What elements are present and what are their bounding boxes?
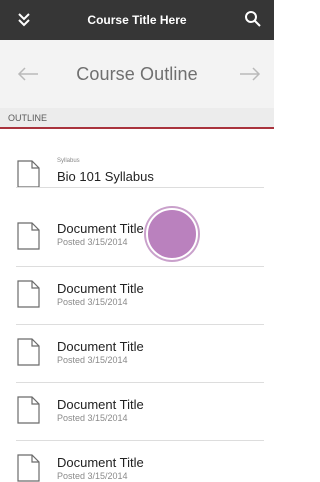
- item-title: Document Title: [57, 339, 144, 354]
- divider: [16, 187, 264, 188]
- item-kicker: Syllabus: [57, 158, 80, 164]
- item-date: Posted 3/15/2014: [57, 297, 128, 307]
- course-title: Course Title Here: [87, 13, 187, 27]
- document-icon: [17, 222, 40, 250]
- item-date: Posted 3/15/2014: [57, 471, 128, 481]
- outline-list: Syllabus Bio 101 Syllabus Document Title…: [0, 129, 274, 482]
- item-title: Bio 101 Syllabus: [57, 169, 154, 184]
- list-item[interactable]: Document Title Posted 3/15/2014: [0, 441, 274, 482]
- document-icon: [17, 396, 40, 424]
- outline-nav: Course Outline: [0, 40, 274, 108]
- list-item[interactable]: Document Title Posted 3/15/2014: [0, 267, 274, 325]
- double-chevron-down-icon[interactable]: [15, 11, 33, 29]
- item-title: Document Title: [57, 397, 144, 412]
- list-item[interactable]: Document Title Posted 3/15/2014: [0, 189, 274, 267]
- arrow-left-icon[interactable]: [16, 65, 40, 83]
- item-date: Posted 3/15/2014: [57, 237, 128, 247]
- list-item[interactable]: Syllabus Bio 101 Syllabus: [0, 129, 274, 189]
- item-title: Document Title: [57, 455, 144, 470]
- top-app-bar: Course Title Here: [0, 0, 274, 40]
- document-icon: [17, 454, 40, 482]
- list-item[interactable]: Document Title Posted 3/15/2014: [0, 383, 274, 441]
- arrow-right-icon[interactable]: [238, 65, 262, 83]
- page-title: Course Outline: [76, 63, 198, 84]
- document-icon: [17, 160, 40, 188]
- section-header: OUTLINE: [0, 108, 274, 128]
- touch-indicator: [146, 208, 198, 260]
- document-icon: [17, 280, 40, 308]
- list-item[interactable]: Document Title Posted 3/15/2014: [0, 325, 274, 383]
- item-date: Posted 3/15/2014: [57, 355, 128, 365]
- document-icon: [17, 338, 40, 366]
- item-date: Posted 3/15/2014: [57, 413, 128, 423]
- item-title: Document Title: [57, 281, 144, 296]
- section-label: OUTLINE: [8, 113, 48, 123]
- item-title: Document Title: [57, 221, 144, 236]
- search-icon[interactable]: [244, 10, 262, 28]
